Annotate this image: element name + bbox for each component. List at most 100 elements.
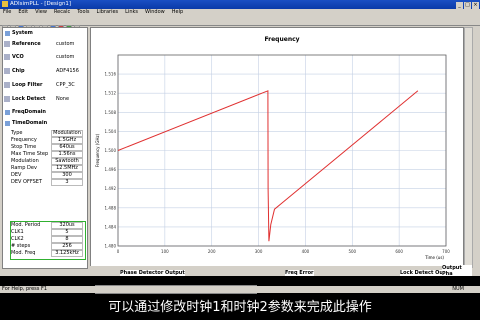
param-row: Mod. Freq 3.125kHz xyxy=(9,250,86,257)
row-vco[interactable]: VCO custom xyxy=(4,52,86,62)
param-key: Frequency xyxy=(11,137,37,143)
minimize-button[interactable]: _ xyxy=(456,2,463,9)
param-value[interactable]: 3.125kHz xyxy=(51,250,83,257)
chip-value: ADF4156 xyxy=(56,68,79,74)
lock-detect-label: Lock Detect xyxy=(12,96,46,102)
system-icon xyxy=(5,31,10,36)
param-value[interactable]: 640us xyxy=(51,144,83,151)
param-value[interactable]: Sawtooth xyxy=(51,158,83,165)
param-value[interactable]: Modulation xyxy=(51,130,83,137)
app-window: ADIsimPLL - [Design1] _ □ × File Edit View Re… xyxy=(0,0,480,276)
toolbar xyxy=(0,16,480,31)
status-text: For Help, press F1 xyxy=(2,286,48,292)
menu-view[interactable]: View xyxy=(35,9,47,15)
lock-detect-value: None xyxy=(56,96,70,102)
system-label: System xyxy=(12,30,33,36)
param-value[interactable]: 1.56ns xyxy=(51,151,83,158)
system-section[interactable]: System xyxy=(4,30,33,37)
param-key: Ramp Dev xyxy=(11,165,37,171)
param-row: Max Time Step 1.56ns xyxy=(9,151,86,158)
close-button[interactable]: × xyxy=(472,2,479,9)
freqdomain-label: FreqDomain xyxy=(12,109,46,115)
menu-links[interactable]: Links xyxy=(125,9,138,15)
y-tick-label: 1.508 xyxy=(105,110,117,115)
param-row: CLK2 8 xyxy=(9,236,86,243)
chip-icon xyxy=(4,68,10,74)
freqdomain-section[interactable]: FreqDomain xyxy=(4,109,46,116)
param-key: Mod. Freq xyxy=(11,250,36,256)
y-tick-label: 1.496 xyxy=(105,167,117,172)
y-tick-label: 1.512 xyxy=(105,91,117,96)
param-row: DEV 300 xyxy=(9,172,86,179)
y-tick-label: 1.480 xyxy=(105,244,117,249)
param-key: Type xyxy=(11,130,23,136)
menu-recalc[interactable]: Recalc xyxy=(54,9,70,15)
menu-file[interactable]: File xyxy=(3,9,11,15)
chip-label: Chip xyxy=(12,68,25,74)
y-tick-label: 1.488 xyxy=(105,205,117,210)
y-tick-label: 1.504 xyxy=(105,129,117,134)
param-key: DEV xyxy=(11,172,22,178)
param-row: Frequency 1.5GHz xyxy=(9,137,86,144)
row-chip[interactable]: Chip ADF4156 xyxy=(4,66,86,76)
row-loop-filter[interactable]: Loop Filter CPP_3C xyxy=(4,80,86,90)
timedomain-icon xyxy=(5,121,10,126)
freqdomain-icon xyxy=(5,110,10,115)
chart-title: Frequency xyxy=(264,36,299,43)
param-row: Type Modulation xyxy=(9,130,86,137)
reference-label: Reference xyxy=(12,41,41,47)
y-tick-label: 1.492 xyxy=(105,186,117,191)
param-value[interactable]: 320us xyxy=(51,222,83,229)
lock-detect-icon xyxy=(4,96,10,102)
param-row: CLK1 5 xyxy=(9,229,86,236)
param-row: DEV OFFSET 3 xyxy=(9,179,86,186)
y-tick-label: 1.516 xyxy=(105,72,117,77)
param-key: # steps xyxy=(11,243,31,249)
series-line xyxy=(117,90,419,242)
param-row: Mod. Period 320us xyxy=(9,222,86,229)
param-row: Modulation Sawtooth xyxy=(9,158,86,165)
x-tick-label: 0 xyxy=(117,249,120,254)
param-row: # steps 256 xyxy=(9,243,86,250)
x-tick-label: 600 xyxy=(395,249,403,254)
x-axis-label: Time (us) xyxy=(424,255,444,260)
menu-window[interactable]: Window xyxy=(145,9,165,15)
param-row: Ramp Dev 12.5MHz xyxy=(9,165,86,172)
param-value[interactable]: 1.5GHz xyxy=(51,137,83,144)
loop-filter-value: CPP_3C xyxy=(56,82,75,88)
frequency-chart-window: 0 100 200 300 400 500 600 700 1.480 1.484 1.488 1.4… xyxy=(90,27,464,268)
param-value[interactable]: 3 xyxy=(51,179,83,186)
timedomain-section[interactable]: TimeDomain xyxy=(4,120,47,127)
reference-value: custom xyxy=(56,41,75,47)
param-value[interactable]: 5 xyxy=(51,229,83,236)
param-value[interactable]: 12.5MHz xyxy=(51,165,83,172)
param-value[interactable]: 256 xyxy=(51,243,83,250)
vco-value: custom xyxy=(56,54,75,60)
menu-help[interactable]: Help xyxy=(172,9,183,15)
y-tick-label: 1.500 xyxy=(105,148,117,153)
row-reference[interactable]: Reference custom xyxy=(4,39,86,49)
param-key: CLK1 xyxy=(11,229,24,235)
x-tick-label: 500 xyxy=(348,249,356,254)
menu-libraries[interactable]: Libraries xyxy=(97,9,119,15)
menu-edit[interactable]: Edit xyxy=(18,9,28,15)
param-key: CLK2 xyxy=(11,236,24,242)
menu-tools[interactable]: Tools xyxy=(77,9,89,15)
window-title: ADIsimPLL - [Design1] xyxy=(10,1,72,7)
param-value[interactable]: 8 xyxy=(51,236,83,243)
reference-icon xyxy=(4,41,10,47)
loop-filter-label: Loop Filter xyxy=(12,82,43,88)
x-tick-label: 400 xyxy=(302,249,310,254)
param-key: DEV OFFSET xyxy=(11,179,43,185)
maximize-button[interactable]: □ xyxy=(464,2,471,9)
row-lock-detect[interactable]: Lock Detect None xyxy=(4,94,86,104)
x-tick-label: 700 xyxy=(442,249,450,254)
timedomain-label: TimeDomain xyxy=(12,120,48,126)
menu-bar: File Edit View Recalc Tools Libraries Links Win… xyxy=(0,9,480,16)
x-tick-label: 300 xyxy=(255,249,263,254)
x-tick-label: 200 xyxy=(208,249,216,254)
param-value[interactable]: 300 xyxy=(51,172,83,179)
vertical-scrollbar[interactable] xyxy=(464,27,473,268)
x-tick-label: 100 xyxy=(161,249,169,254)
loop-filter-icon xyxy=(4,82,10,88)
